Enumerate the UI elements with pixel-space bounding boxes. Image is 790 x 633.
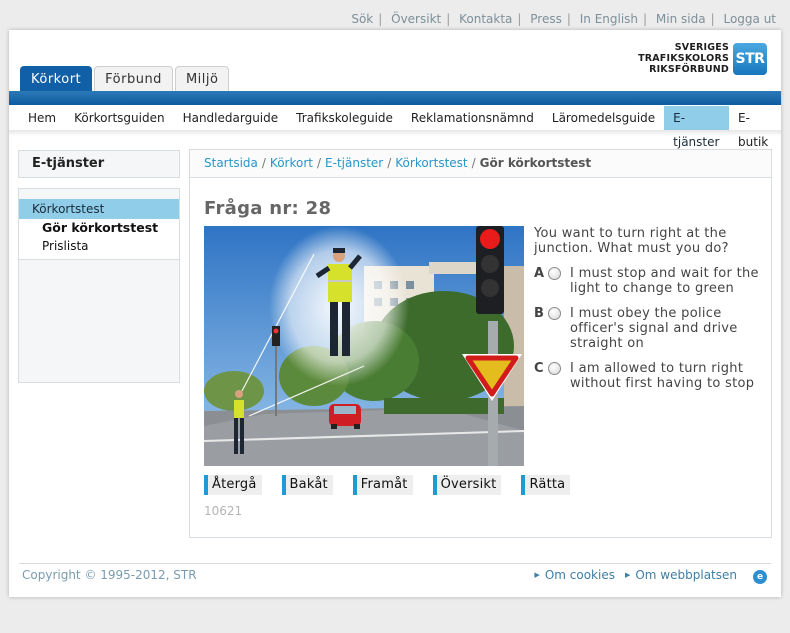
option-letter: C — [534, 361, 544, 376]
sidebar-menu: Körkortstest Gör körkortstest Prislista — [18, 188, 180, 383]
back-to-start-button[interactable]: Återgå — [204, 475, 262, 495]
traffic-scene-image — [204, 226, 524, 466]
breadcrumb-etjanster[interactable]: E-tjänster — [325, 156, 383, 170]
nav-item-handledarguide[interactable]: Handledarguide — [174, 106, 288, 130]
external-help-icon[interactable]: e — [753, 570, 767, 584]
triangle-right-icon: ▶ — [624, 571, 631, 579]
breadcrumb-current: Gör körkortstest — [479, 156, 592, 170]
top-link-overview[interactable]: Översikt — [391, 12, 441, 26]
question-text: You want to turn right at the junction. … — [534, 226, 729, 256]
answer-option-b: B I must obey the police officer's signa… — [534, 306, 764, 351]
answer-option-c: C I am allowed to turn right without fir… — [534, 361, 764, 391]
nav-item-hem[interactable]: Hem — [19, 106, 65, 130]
main-nav: Hem Körkortsguiden Handledarguide Trafik… — [19, 106, 781, 149]
option-letter: A — [534, 266, 545, 281]
option-text[interactable]: I must stop and wait for the light to ch… — [570, 266, 764, 296]
correct-button[interactable]: Rätta — [521, 475, 571, 495]
answer-option-a: A I must stop and wait for the light to … — [534, 266, 764, 296]
answer-radio-b[interactable] — [548, 307, 561, 320]
tab-korkort[interactable]: Körkort — [20, 66, 93, 91]
footer-link-about[interactable]: ▶ Om webbplatsen — [625, 568, 737, 582]
nav-item-reklamationsnamnd[interactable]: Reklamationsnämnd — [402, 106, 543, 130]
nav-item-etjanster[interactable]: E-tjänster — [664, 106, 730, 149]
top-link-english[interactable]: In English — [580, 12, 638, 26]
question-block: You want to turn right at the junction. … — [534, 226, 764, 391]
str-logo[interactable]: SVERIGES TRAFIKSKOLORS RIKSFÖRBUND STR — [638, 42, 767, 75]
page-container: SVERIGES TRAFIKSKOLORS RIKSFÖRBUND STR K… — [9, 30, 781, 597]
question-nav-buttons: Återgå Bakåt Framåt Översikt Rätta — [204, 475, 590, 495]
top-link-my-page[interactable]: Min sida — [656, 12, 706, 26]
footer-divider — [19, 563, 771, 564]
logo-text: SVERIGES TRAFIKSKOLORS RIKSFÖRBUND — [638, 42, 729, 75]
top-link-search[interactable]: Sök — [351, 12, 373, 26]
header-band — [9, 91, 781, 105]
main-content: Startsida / Körkort / E-tjänster / Körkortstes… — [189, 149, 772, 538]
tab-forbund[interactable]: Förbund — [94, 66, 173, 91]
breadcrumb-korkort[interactable]: Körkort — [270, 156, 313, 170]
triangle-right-icon: ▶ — [534, 571, 540, 579]
tab-miljo[interactable]: Miljö — [174, 66, 230, 91]
sidebar-item-gor-korkortstest[interactable]: Gör körkortstest — [19, 219, 179, 237]
nav-item-trafikskoleguide[interactable]: Trafikskoleguide — [287, 106, 402, 130]
question-title: Fråga nr: 28 — [204, 198, 332, 219]
nav-item-korkortsguiden[interactable]: Körkortsguiden — [65, 106, 173, 130]
breadcrumb: Startsida / Körkort / E-tjänster / Körkortstes… — [190, 150, 771, 178]
footer-link-cookies[interactable]: ▶ Om cookies — [534, 568, 615, 582]
next-button[interactable]: Framåt — [352, 475, 413, 495]
option-letter: B — [534, 306, 545, 321]
section-tabs: Körkort Förbund Miljö — [20, 66, 230, 91]
overview-button[interactable]: Översikt — [432, 475, 502, 495]
option-text[interactable]: I am allowed to turn right without first… — [570, 361, 764, 391]
top-utility-links: Sök | Översikt | Kontakta | Press | In Engli… — [351, 12, 776, 26]
answer-radio-a[interactable] — [548, 267, 561, 280]
top-link-contact[interactable]: Kontakta — [459, 12, 512, 26]
footer-links: ▶ Om cookies ▶ Om webbplatsen — [534, 568, 737, 582]
top-link-press[interactable]: Press — [530, 12, 562, 26]
nav-item-laromedelsguide[interactable]: Läromedelsguide — [543, 106, 664, 130]
nav-shadow — [9, 130, 781, 136]
sidebar-title: E-tjänster — [18, 150, 180, 178]
top-link-logout[interactable]: Logga ut — [723, 12, 776, 26]
breadcrumb-startsida[interactable]: Startsida — [204, 156, 258, 170]
sidebar-item-korkortstest[interactable]: Körkortstest — [19, 199, 179, 219]
logo-badge: STR — [733, 42, 767, 75]
previous-button[interactable]: Bakåt — [281, 475, 333, 495]
question-photo — [204, 226, 524, 466]
nav-item-ebutik[interactable]: E-butik — [729, 106, 781, 149]
breadcrumb-korkortstest[interactable]: Körkortstest — [395, 156, 467, 170]
question-id: 10621 — [204, 504, 243, 518]
answer-radio-c[interactable] — [548, 362, 561, 375]
sidebar-item-prislista[interactable]: Prislista — [19, 237, 179, 255]
copyright-text: Copyright © 1995-2012, STR — [22, 568, 197, 582]
option-text[interactable]: I must obey the police officer's signal … — [570, 306, 764, 351]
